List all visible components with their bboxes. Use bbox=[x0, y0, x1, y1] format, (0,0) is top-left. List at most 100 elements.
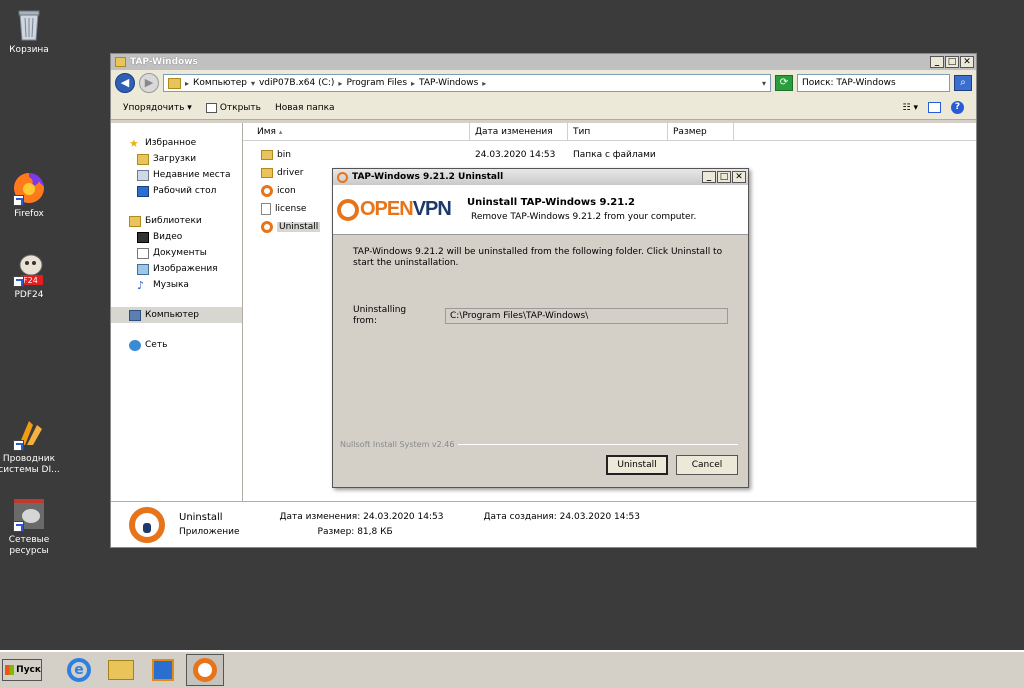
address-bar[interactable]: ▸ Компьютер ▾ vdiP07B.x64 (C:) ▸ Program… bbox=[163, 74, 771, 92]
details-created-value: 24.03.2020 14:53 bbox=[559, 512, 640, 522]
folder-icon bbox=[261, 150, 273, 160]
nav-item-desktop[interactable]: Рабочий стол bbox=[111, 183, 242, 199]
taskbar-media-player[interactable] bbox=[144, 654, 182, 686]
network-resources-icon bbox=[11, 496, 47, 532]
desktop-icon-label: PDF24 bbox=[14, 290, 44, 300]
forward-button[interactable]: ▶ bbox=[139, 73, 159, 93]
start-button[interactable]: Пуск bbox=[2, 659, 42, 681]
desktop-icon-label: Сетевые ресурсы bbox=[8, 535, 50, 556]
dialog-window-controls: _ □ ✕ bbox=[702, 171, 748, 183]
openvpn-icon bbox=[261, 221, 273, 233]
internet-explorer-icon: e bbox=[67, 658, 91, 682]
help-icon[interactable]: ? bbox=[951, 101, 964, 114]
preview-pane-icon[interactable] bbox=[928, 102, 941, 113]
video-icon bbox=[137, 231, 149, 243]
back-button[interactable]: ◀ bbox=[115, 73, 135, 93]
breadcrumb-item[interactable]: vdiP07B.x64 (C:) bbox=[259, 78, 334, 88]
desktop-icon bbox=[137, 185, 149, 197]
column-header-name[interactable]: Имя ▴ bbox=[243, 123, 470, 140]
sort-arrow-icon: ▴ bbox=[278, 128, 283, 136]
taskbar-openvpn-uninstall[interactable] bbox=[186, 654, 224, 686]
breadcrumb-item[interactable]: TAP-Windows bbox=[419, 78, 478, 88]
command-bar: Упорядочить ▾ Открыть Новая папка ☷ ▾ ? bbox=[111, 96, 976, 120]
close-button[interactable]: ✕ bbox=[732, 171, 746, 183]
nav-label: Недавние места bbox=[153, 170, 231, 180]
desktop-icon-label: Firefox bbox=[14, 209, 44, 219]
chevron-right-icon[interactable]: ▸ bbox=[338, 79, 342, 88]
images-icon bbox=[137, 263, 149, 275]
explorer-shortcut-icon bbox=[11, 415, 47, 451]
dialog-header: OPEN VPN Uninstall TAP-Windows 9.21.2 Rem… bbox=[333, 185, 748, 235]
nav-label: Музыка bbox=[153, 280, 189, 290]
firefox-icon bbox=[11, 170, 47, 206]
chevron-right-icon: ▸ bbox=[185, 78, 190, 88]
search-icon[interactable]: ⌕ bbox=[954, 75, 972, 91]
nav-item-images[interactable]: Изображения bbox=[111, 261, 242, 277]
refresh-button[interactable]: ⟳ bbox=[775, 75, 793, 91]
network-icon bbox=[129, 339, 141, 351]
window-controls: _ □ ✕ bbox=[930, 56, 976, 68]
nav-item-downloads[interactable]: Загрузки bbox=[111, 151, 242, 167]
nav-label: Видео bbox=[153, 232, 183, 242]
breadcrumb-item[interactable]: Program Files bbox=[346, 78, 407, 88]
column-header-type[interactable]: Тип bbox=[568, 123, 668, 140]
dialog-titlebar[interactable]: TAP-Windows 9.21.2 Uninstall _ □ ✕ bbox=[333, 169, 748, 185]
taskbar-explorer[interactable] bbox=[102, 654, 140, 686]
breadcrumb-item[interactable]: Компьютер bbox=[193, 78, 247, 88]
nav-item-libraries[interactable]: Библиотеки bbox=[111, 213, 242, 229]
search-input[interactable]: Поиск: TAP-Windows bbox=[797, 74, 950, 92]
view-options-icon[interactable]: ☷ ▾ bbox=[903, 103, 918, 113]
new-folder-button[interactable]: Новая папка bbox=[275, 103, 335, 113]
nav-item-favorites[interactable]: ★ Избранное bbox=[111, 135, 242, 151]
chevron-down-icon[interactable]: ▾ bbox=[251, 79, 255, 88]
nav-item-network[interactable]: Сеть bbox=[111, 337, 242, 353]
explorer-titlebar[interactable]: TAP-Windows _ □ ✕ bbox=[111, 54, 976, 70]
nav-item-documents[interactable]: Документы bbox=[111, 245, 242, 261]
column-header-modified[interactable]: Дата изменения bbox=[470, 123, 568, 140]
organize-button[interactable]: Упорядочить ▾ bbox=[123, 103, 192, 113]
taskbar: Пуск e bbox=[0, 650, 1024, 688]
folder-icon bbox=[168, 77, 181, 89]
details-size-label: Размер: bbox=[317, 527, 355, 537]
uninstall-dialog: TAP-Windows 9.21.2 Uninstall _ □ ✕ OPEN V… bbox=[332, 168, 749, 488]
dialog-body: TAP-Windows 9.21.2 will be uninstalled f… bbox=[333, 235, 748, 327]
openvpn-icon bbox=[129, 506, 165, 543]
nav-item-video[interactable]: Видео bbox=[111, 229, 242, 245]
chevron-right-icon[interactable]: ▸ bbox=[482, 79, 486, 88]
navigation-pane: ★ Избранное Загрузки Недавние места Рабо… bbox=[111, 123, 243, 502]
dialog-subheading: Remove TAP-Windows 9.21.2 from your comp… bbox=[471, 212, 697, 222]
desktop-icon-pdf24[interactable]: F24 PDF24 bbox=[0, 251, 62, 301]
uninstall-from-label: Uninstalling from: bbox=[353, 305, 407, 326]
details-created-label: Дата создания: bbox=[483, 512, 557, 522]
desktop-icon-network-resources[interactable]: Сетевые ресурсы bbox=[0, 496, 62, 557]
maximize-button[interactable]: □ bbox=[717, 171, 731, 183]
column-header-size[interactable]: Размер bbox=[668, 123, 734, 140]
recycle-bin-icon bbox=[11, 6, 47, 42]
nav-label: Библиотеки bbox=[145, 216, 202, 226]
nav-item-music[interactable]: ♪ Музыка bbox=[111, 277, 242, 293]
nav-label: Избранное bbox=[145, 138, 197, 148]
details-file-name: Uninstall bbox=[179, 512, 223, 523]
desktop-icon-firefox[interactable]: Firefox bbox=[0, 170, 62, 220]
address-dropdown-icon[interactable]: ▾ bbox=[762, 79, 766, 88]
chevron-right-icon[interactable]: ▸ bbox=[411, 79, 415, 88]
nav-item-computer[interactable]: Компьютер bbox=[111, 307, 242, 323]
close-button[interactable]: ✕ bbox=[960, 56, 974, 68]
uninstall-button[interactable]: Uninstall bbox=[606, 455, 668, 475]
openvpn-ring-icon bbox=[337, 198, 359, 221]
maximize-button[interactable]: □ bbox=[945, 56, 959, 68]
nav-label: Загрузки bbox=[153, 154, 197, 164]
file-row[interactable]: bin 24.03.2020 14:53 Папка с файлами bbox=[243, 146, 976, 164]
minimize-button[interactable]: _ bbox=[702, 171, 716, 183]
desktop-icon-explorer-di[interactable]: Проводник системы DI... bbox=[0, 415, 62, 476]
minimize-button[interactable]: _ bbox=[930, 56, 944, 68]
openvpn-logo: OPEN VPN bbox=[333, 185, 461, 235]
taskbar-internet-explorer[interactable]: e bbox=[60, 654, 98, 686]
desktop-icon-label: Проводник системы DI... bbox=[0, 454, 60, 475]
shortcut-arrow-icon bbox=[13, 195, 24, 206]
nav-item-recent[interactable]: Недавние места bbox=[111, 167, 242, 183]
dialog-title: TAP-Windows 9.21.2 Uninstall bbox=[352, 172, 504, 182]
open-button[interactable]: Открыть bbox=[205, 102, 261, 113]
desktop-icon-recycle-bin[interactable]: Корзина bbox=[0, 6, 62, 56]
cancel-button[interactable]: Cancel bbox=[676, 455, 738, 475]
